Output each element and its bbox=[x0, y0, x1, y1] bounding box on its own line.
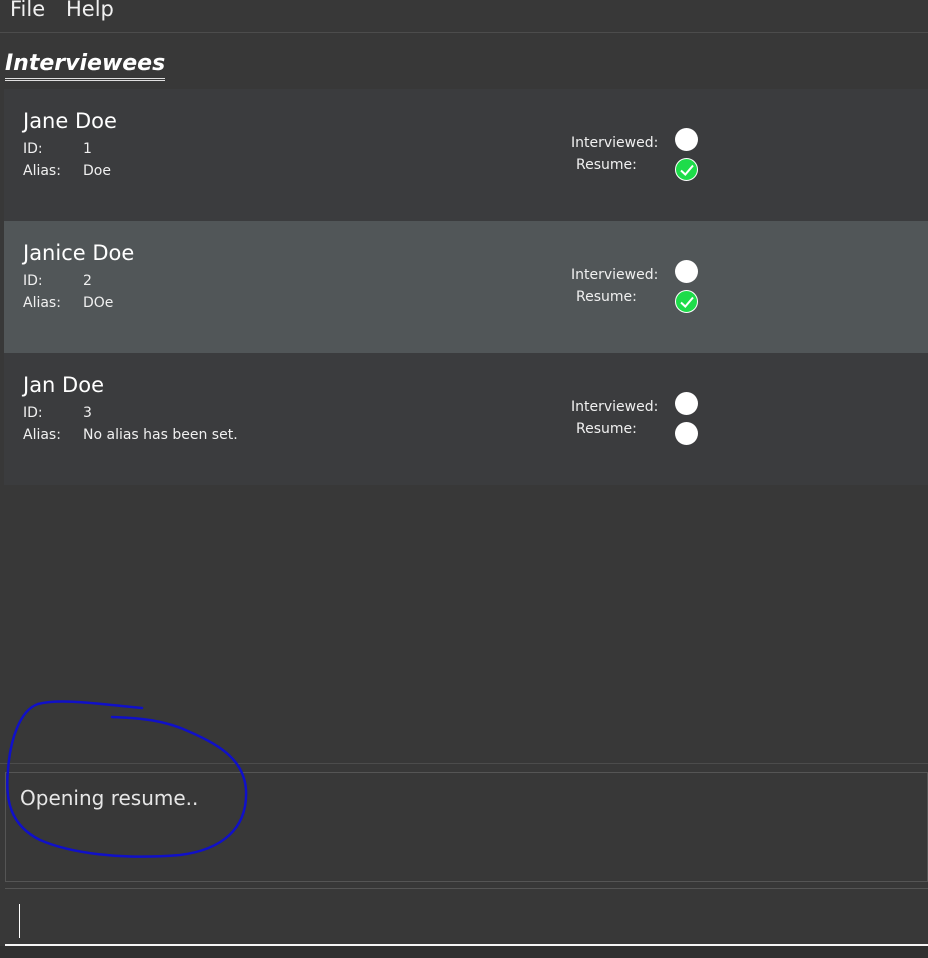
menu-bar: File Help bbox=[0, 0, 928, 33]
interviewed-label: Interviewed: bbox=[571, 135, 659, 151]
list-title: Interviewees bbox=[5, 51, 166, 81]
result-message: Opening resume.. bbox=[20, 786, 199, 810]
resume-label: Resume: bbox=[576, 289, 637, 305]
id-value: 2 bbox=[83, 273, 92, 289]
interviewed-status-icon bbox=[675, 260, 698, 283]
id-label: ID: bbox=[23, 141, 43, 157]
id-value: 1 bbox=[83, 141, 92, 157]
alias-label: Alias: bbox=[23, 295, 61, 311]
interviewee-card-selected[interactable]: Janice Doe ID: 2 Alias: DOe Interviewed:… bbox=[4, 221, 928, 353]
result-panel: Opening resume.. bbox=[0, 763, 928, 885]
status-bar bbox=[0, 946, 928, 958]
alias-value: No alias has been set. bbox=[83, 427, 238, 443]
alias-value: Doe bbox=[83, 163, 111, 179]
resume-check-icon bbox=[675, 158, 698, 181]
resume-status-icon bbox=[675, 422, 698, 445]
interviewed-label: Interviewed: bbox=[571, 267, 659, 283]
resume-label: Resume: bbox=[576, 157, 637, 173]
resume-label: Resume: bbox=[576, 421, 637, 437]
interviewee-name: Jane Doe bbox=[23, 109, 117, 133]
interviewed-status-icon bbox=[675, 392, 698, 415]
text-caret bbox=[19, 904, 20, 938]
id-value: 3 bbox=[83, 405, 92, 421]
interviewee-name: Janice Doe bbox=[23, 241, 135, 265]
command-input[interactable] bbox=[5, 888, 928, 946]
result-display[interactable]: Opening resume.. bbox=[5, 772, 928, 882]
interviewee-card[interactable]: Jane Doe ID: 1 Alias: Doe Interviewed: R… bbox=[4, 89, 928, 221]
menu-file[interactable]: File bbox=[10, 0, 45, 21]
alias-label: Alias: bbox=[23, 163, 61, 179]
resume-check-icon bbox=[675, 290, 698, 313]
interviewed-label: Interviewed: bbox=[571, 399, 659, 415]
interviewee-card[interactable]: Jan Doe ID: 3 Alias: No alias has been s… bbox=[4, 353, 928, 485]
alias-value: DOe bbox=[83, 295, 114, 311]
interviewed-status-icon bbox=[675, 128, 698, 151]
id-label: ID: bbox=[23, 405, 43, 421]
interviewee-name: Jan Doe bbox=[23, 373, 104, 397]
menu-help[interactable]: Help bbox=[66, 0, 114, 21]
alias-label: Alias: bbox=[23, 427, 61, 443]
id-label: ID: bbox=[23, 273, 43, 289]
